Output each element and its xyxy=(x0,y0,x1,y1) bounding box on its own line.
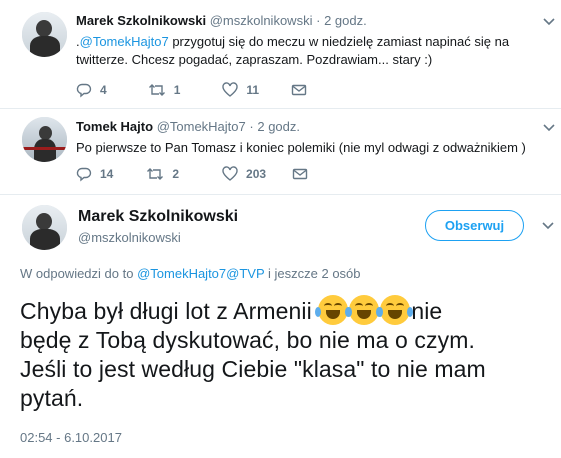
tweet-actions: 4 1 11 xyxy=(76,82,307,98)
chevron-down-icon[interactable] xyxy=(542,15,556,29)
retweet-button[interactable]: 2 xyxy=(146,166,179,182)
tweet-timestamp[interactable]: 02:54 - 6.10.2017 xyxy=(20,430,122,445)
chevron-down-icon[interactable] xyxy=(542,121,556,135)
separator-dot: · xyxy=(316,13,321,28)
envelope-icon xyxy=(291,84,307,96)
author-handle[interactable]: @mszkolnikowski xyxy=(78,230,181,245)
separator-dot: · xyxy=(249,119,254,134)
text-line4: pytań. xyxy=(20,385,84,411)
text-line1: Chyba był długi lot z Armenii xyxy=(20,298,319,324)
avatar[interactable] xyxy=(22,117,67,162)
follow-button[interactable]: Obserwuj xyxy=(425,210,524,241)
author-name[interactable]: Tomek Hajto xyxy=(76,119,153,134)
reply-context: W odpowiedzi do to @TomekHajto7@TVP i je… xyxy=(20,266,361,281)
retweet-icon xyxy=(148,84,165,96)
author-name[interactable]: Marek Szkolnikowski xyxy=(76,13,206,28)
tweet-actions: 14 2 203 xyxy=(76,166,308,182)
tweet-text: .@TomekHajto7 przygotuj się do meczu w n… xyxy=(76,33,546,69)
tweet-text: Chyba był długi lot z Armenii nie będę z… xyxy=(20,295,555,413)
retweet-icon xyxy=(147,168,164,180)
text-line2: twitterze. Chcesz pogadać, zapraszam. Po… xyxy=(76,52,433,67)
envelope-icon xyxy=(292,168,308,180)
face-with-tears-of-joy-icon xyxy=(377,295,414,325)
mention-link[interactable]: @TomekHajto7 xyxy=(137,266,226,281)
reply-prefix: W odpowiedzi do to xyxy=(20,266,138,281)
chevron-down-icon[interactable] xyxy=(541,219,555,233)
reply-icon xyxy=(76,167,92,182)
tweet-time[interactable]: 2 godz. xyxy=(257,119,300,134)
tweet-reply-1[interactable]: Marek Szkolnikowski @mszkolnikowski · 2 … xyxy=(0,0,561,108)
text-line1: przygotuj się do meczu w niedzielę zamia… xyxy=(168,34,510,49)
reply-suffix[interactable]: i jeszcze 2 osób xyxy=(264,266,361,281)
tweet-time[interactable]: 2 godz. xyxy=(324,13,367,28)
heart-icon xyxy=(222,166,238,181)
like-count: 203 xyxy=(246,167,267,181)
mention-link[interactable]: @TVP xyxy=(226,266,264,281)
retweet-count: 2 xyxy=(172,167,180,181)
face-with-tears-of-joy-icon xyxy=(346,295,383,325)
like-button[interactable]: 203 xyxy=(222,166,266,182)
heart-icon xyxy=(222,82,239,97)
retweet-button[interactable]: 1 xyxy=(148,82,181,98)
text-line2: będę z Tobą dyskutować, bo nie ma o czym… xyxy=(20,327,475,353)
author-handle[interactable]: @TomekHajto7 xyxy=(157,119,246,134)
retweet-count: 1 xyxy=(173,83,181,97)
reply-count: 4 xyxy=(100,83,107,97)
text-line3: Jeśli to jest według Ciebie "klasa" to n… xyxy=(20,356,486,382)
like-count: 11 xyxy=(246,83,260,97)
reply-button[interactable]: 4 xyxy=(76,82,107,98)
main-tweet: Marek Szkolnikowski @mszkolnikowski Obse… xyxy=(0,195,561,458)
tweet-reply-2[interactable]: Tomek Hajto @TomekHajto7 · 2 godz. Po pi… xyxy=(0,109,561,194)
avatar[interactable] xyxy=(22,12,67,57)
avatar[interactable] xyxy=(22,205,67,250)
mention-link[interactable]: @TomekHajto7 xyxy=(80,34,169,49)
reply-icon xyxy=(76,83,92,98)
like-button[interactable]: 11 xyxy=(222,82,259,98)
author-handle[interactable]: @mszkolnikowski xyxy=(210,13,313,28)
dm-button[interactable] xyxy=(292,166,308,182)
reply-button[interactable]: 14 xyxy=(76,166,113,182)
reply-count: 14 xyxy=(100,167,114,181)
dm-button[interactable] xyxy=(291,82,307,98)
face-with-tears-of-joy-icon xyxy=(315,295,352,325)
author-name[interactable]: Marek Szkolnikowski xyxy=(78,208,238,226)
tweet-text: Po pierwsze to Pan Tomasz i koniec polem… xyxy=(76,140,526,155)
text-line1-end: nie xyxy=(411,298,443,324)
